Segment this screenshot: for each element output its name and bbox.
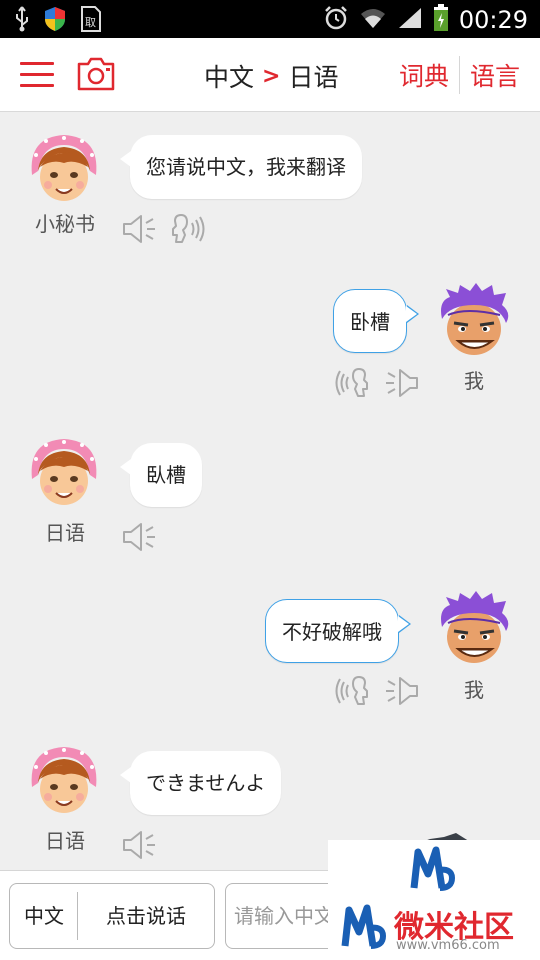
watermark: 微米社区 www.vm66.com <box>328 840 540 960</box>
language-pair[interactable]: 中文 > 日语 <box>204 58 338 94</box>
chat-area[interactable]: 小秘书 您请说中文，我来翻译 我 卧槽 日语 臥槽 我 不好破解哦 日语 できま… <box>0 113 540 870</box>
message-bubble[interactable]: 臥槽 <box>120 443 202 507</box>
svg-text:取: 取 <box>85 16 96 29</box>
signal-icon <box>397 6 423 34</box>
ear-icon[interactable] <box>332 367 370 399</box>
battery-icon <box>433 4 449 36</box>
message-bubble[interactable]: できませんよ <box>119 751 282 815</box>
speaker-icon[interactable] <box>382 675 420 707</box>
target-language: 日语 <box>288 63 339 92</box>
watermark-logo-small-icon <box>341 904 387 949</box>
alarm-icon <box>323 5 349 35</box>
dictionary-button[interactable]: 词典 <box>389 57 459 93</box>
ear-icon[interactable] <box>332 675 370 707</box>
speaker-icon[interactable] <box>121 521 159 553</box>
girl-avatar[interactable] <box>26 435 102 511</box>
camera-icon[interactable] <box>76 56 116 92</box>
message-bubble[interactable]: 您请说中文，我来翻译 <box>120 135 362 199</box>
tap-to-speak-button[interactable]: 点击说话 <box>78 884 214 948</box>
watermark-url: www.vm66.com <box>396 938 500 953</box>
message-bubble[interactable]: 卧槽 <box>333 289 419 353</box>
sender-name: 日语 <box>45 829 85 853</box>
shield-icon <box>44 6 66 36</box>
sender-name: 小秘书 <box>35 212 95 236</box>
source-language: 中文 <box>204 63 255 92</box>
boy-avatar[interactable] <box>436 283 512 359</box>
girl-avatar[interactable] <box>26 131 102 207</box>
speaker-icon[interactable] <box>382 367 420 399</box>
boy-avatar[interactable] <box>436 591 512 667</box>
usb-icon <box>14 6 30 36</box>
voice-input-box: 中文 点击说话 <box>9 883 215 949</box>
ear-icon[interactable] <box>170 213 208 245</box>
sender-name: 日语 <box>45 521 85 545</box>
message-bubble[interactable]: 不好破解哦 <box>265 599 411 663</box>
language-button[interactable]: 语言 <box>460 57 530 93</box>
speaker-icon[interactable] <box>121 213 159 245</box>
girl-avatar[interactable] <box>26 743 102 819</box>
sim-icon: 取 <box>80 6 102 36</box>
menu-icon[interactable] <box>20 60 56 90</box>
sender-name: 我 <box>464 369 484 393</box>
app-header: 中文 > 日语 词典 语言 <box>0 38 540 112</box>
clock: 00:29 <box>458 6 528 34</box>
status-bar: 取 00:29 <box>0 0 540 38</box>
watermark-logo-icon <box>410 846 456 891</box>
wifi-icon <box>359 6 387 34</box>
sender-name: 我 <box>464 678 484 702</box>
direction-arrow: > <box>262 63 281 89</box>
speaker-icon[interactable] <box>121 829 159 861</box>
voice-language-toggle[interactable]: 中文 <box>10 884 78 948</box>
